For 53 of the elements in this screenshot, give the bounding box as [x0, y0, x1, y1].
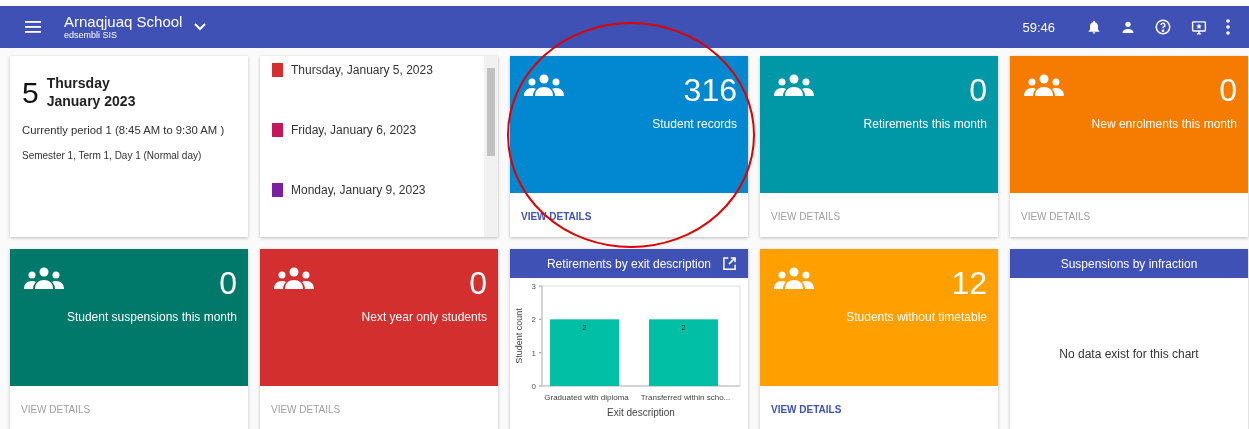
- help-icon[interactable]: [1154, 18, 1172, 36]
- weekday: Thursday: [46, 74, 111, 92]
- y-axis-title: Student count: [514, 308, 524, 364]
- y-tick-label: 2: [531, 315, 536, 325]
- view-details-link[interactable]: VIEW DETAILS: [771, 404, 842, 415]
- menu-icon[interactable]: [25, 21, 41, 33]
- calendar-date[interactable]: Monday, January 9, 2023: [291, 183, 426, 197]
- calendar-date[interactable]: Friday, January 6, 2023: [291, 123, 417, 137]
- people-icon: [774, 74, 814, 96]
- chevron-down-icon[interactable]: [194, 23, 207, 31]
- x-category-label: Transferred within scho...: [640, 393, 731, 402]
- term-info: Semester 1, Term 1, Day 1 (Normal day): [22, 150, 203, 161]
- bell-icon[interactable]: [1086, 18, 1102, 36]
- x-category-label: Graduated with diploma: [544, 393, 629, 402]
- scrollbar[interactable]: [484, 56, 498, 237]
- chart-title: Retirements by exit description: [546, 256, 712, 271]
- session-timer: 59:46: [1022, 19, 1055, 35]
- school-name: Arnaqjuaq School: [64, 13, 183, 30]
- stat-label: New enrolments this month: [1091, 117, 1237, 131]
- month-year: January 2023: [46, 92, 136, 110]
- more-icon[interactable]: [1226, 19, 1230, 35]
- people-icon: [524, 74, 564, 96]
- bar: [649, 319, 718, 386]
- y-tick-label: 0: [531, 382, 536, 391]
- chart-title: Suspensions by infraction: [1060, 256, 1198, 271]
- stat-value: 12: [951, 265, 987, 301]
- stat-value: 0: [1219, 72, 1237, 108]
- stat-value: 0: [219, 265, 237, 301]
- stat-label: Students without timetable: [846, 310, 987, 324]
- y-tick-label: 1: [531, 348, 536, 358]
- bar: [550, 319, 619, 386]
- calendar-date[interactable]: Thursday, January 5, 2023: [291, 63, 433, 77]
- view-details-link[interactable]: VIEW DETAILS: [521, 211, 592, 222]
- empty-chart-message: No data exist for this chart: [1059, 347, 1199, 361]
- stat-label: Student suspensions this month: [66, 310, 237, 324]
- current-period: Currently period 1 (8:45 AM to 9:30 AM ): [22, 124, 226, 136]
- person-icon[interactable]: [1120, 19, 1136, 35]
- people-icon: [1024, 74, 1064, 96]
- stat-value: 0: [969, 72, 987, 108]
- stat-label: Student records: [652, 117, 737, 131]
- people-icon: [774, 267, 814, 289]
- product-name: edsembli SIS: [64, 30, 118, 41]
- stat-value: 316: [683, 72, 737, 108]
- monitor-star-icon[interactable]: [1190, 18, 1208, 36]
- stat-label: Next year only students: [361, 310, 487, 324]
- day-number: 5: [22, 76, 39, 110]
- stat-value: 0: [469, 265, 487, 301]
- stat-label: Retirements this month: [863, 117, 987, 131]
- y-tick-label: 3: [531, 282, 536, 291]
- x-axis-title: Exit description: [607, 407, 675, 418]
- people-icon: [24, 267, 64, 289]
- open-external-icon[interactable]: [722, 256, 737, 271]
- people-icon: [274, 267, 314, 289]
